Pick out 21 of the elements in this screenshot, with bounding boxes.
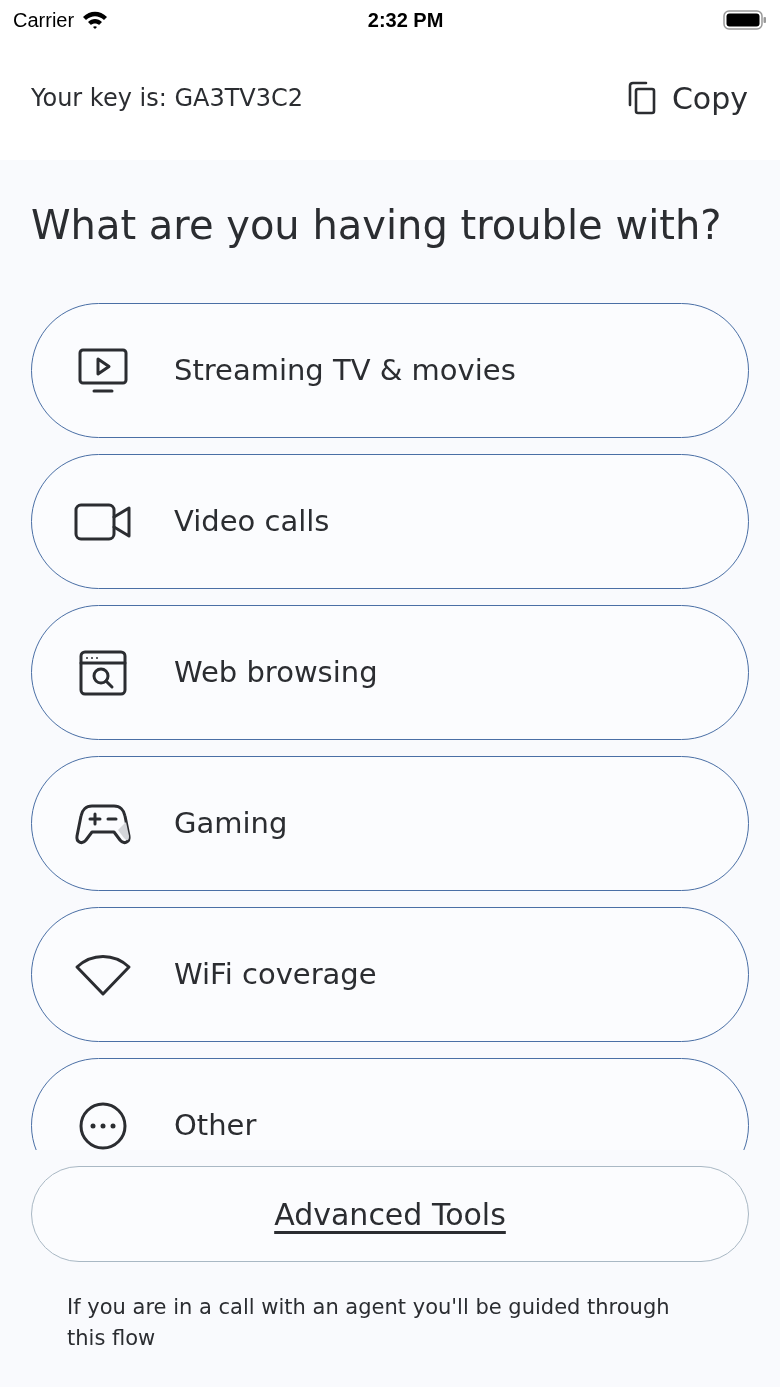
wifi-signal-icon <box>82 10 109 30</box>
browser-search-icon <box>79 649 127 696</box>
battery-icon <box>723 9 767 31</box>
wifi-icon <box>74 952 132 997</box>
footer-note: If you are in a call with an agent you'll be guided through this flow <box>67 1294 671 1352</box>
video-camera-icon <box>74 502 132 541</box>
clock: 2:32 PM <box>367 8 445 33</box>
tv-play-icon <box>78 347 128 394</box>
option-button[interactable]: Other <box>31 1058 749 1150</box>
copy-button[interactable]: Copy <box>627 75 748 121</box>
page-title: What are you having trouble with? <box>31 201 723 249</box>
option-button[interactable]: Gaming <box>31 756 749 891</box>
more-icon <box>78 1100 128 1150</box>
carrier-label: Carrier <box>13 8 75 33</box>
option-button[interactable]: Web browsing <box>31 605 749 740</box>
option-button[interactable]: WiFi coverage <box>31 907 749 1042</box>
advanced-tools-button[interactable]: Advanced Tools <box>31 1166 749 1262</box>
key-label: Your key is: GA3TV3C2 <box>31 83 304 114</box>
option-button[interactable]: Video calls <box>31 454 749 589</box>
copy-icon <box>627 81 656 115</box>
option-button[interactable]: Streaming TV & movies <box>31 303 749 438</box>
